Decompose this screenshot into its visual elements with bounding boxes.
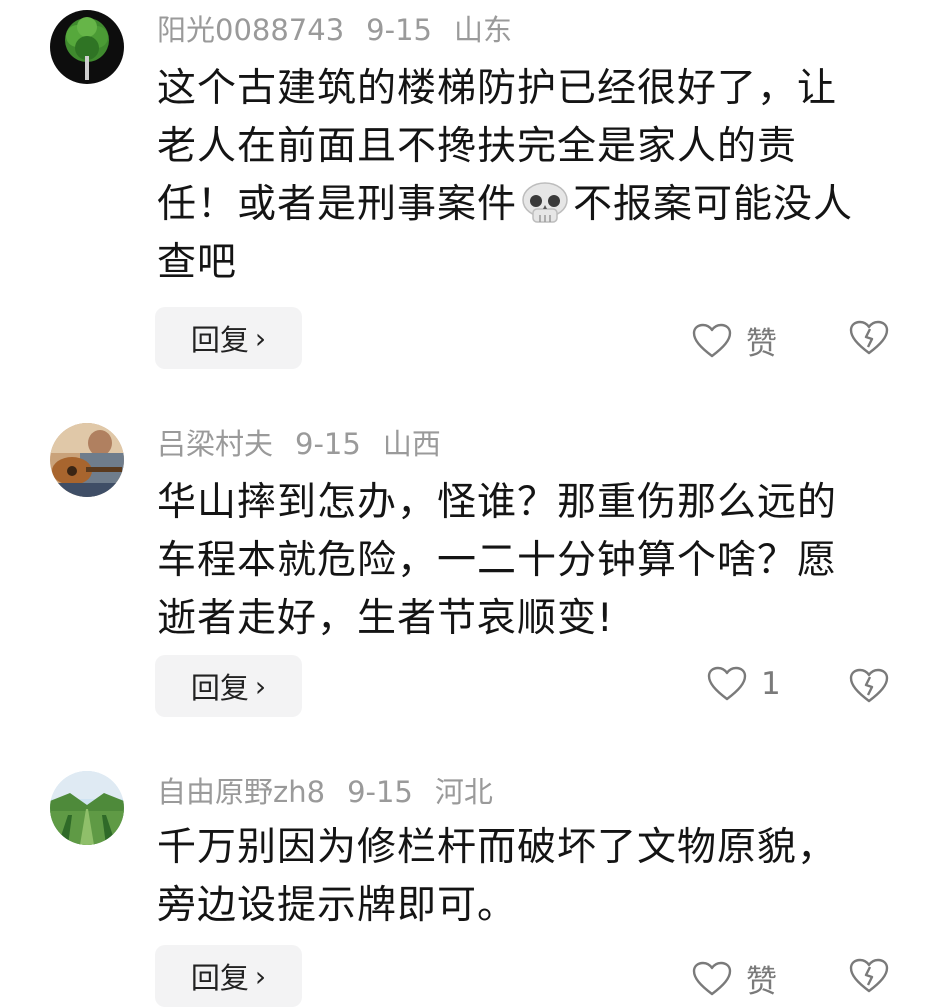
username[interactable]: 阳光0088743	[157, 13, 344, 47]
reply-label: 回复	[190, 323, 249, 357]
reply-button[interactable]: 回复 ›	[155, 945, 302, 1007]
reply-label: 回复	[190, 671, 249, 705]
user-avatar[interactable]	[50, 423, 124, 497]
like-button[interactable]: 赞	[692, 956, 777, 1001]
comment-meta: 阳光0088743 9-15 山东	[157, 12, 534, 48]
comment-line: 任！或者是刑事案件 不报案可能没人	[157, 176, 917, 234]
like-button[interactable]: 1	[707, 666, 781, 702]
username[interactable]: 吕梁村夫	[157, 427, 273, 461]
like-label: 赞	[746, 326, 777, 362]
skull-emoji-icon	[522, 182, 568, 223]
guitar-avatar-icon	[50, 423, 124, 497]
broken-heart-icon	[849, 958, 889, 993]
like-count: 1	[761, 666, 781, 702]
comment-item: 阳光0088743 9-15 山东 这个古建筑的楼梯防护已经很好了，让 老人在前面且…	[0, 0, 946, 395]
chevron-right-icon: ›	[254, 959, 267, 993]
heart-icon	[692, 323, 732, 357]
like-button[interactable]: 赞	[692, 318, 777, 363]
comment-line: 华山摔到怎办，怪谁？那重伤那么远的	[157, 480, 838, 525]
chevron-right-icon: ›	[254, 669, 267, 703]
comment-line: 老人在前面且不搀扶完全是家人的责	[157, 124, 798, 169]
comment-date: 9-15	[347, 775, 413, 809]
comment-line: 千万别因为修栏杆而破坏了文物原貌，	[157, 825, 838, 870]
comment-line: 查吧	[157, 240, 238, 285]
username[interactable]: 自由原野zh8	[157, 775, 325, 809]
comment-date: 9-15	[295, 427, 361, 461]
comment-line: 旁边设提示牌即可。	[157, 883, 518, 928]
comment-line: 逝者走好，生者节哀顺变!	[157, 596, 614, 641]
comment-line-part: 任！或者是刑事案件	[157, 182, 518, 227]
dislike-button[interactable]	[849, 320, 889, 356]
comment-line: 这个古建筑的楼梯防护已经很好了，让	[157, 66, 838, 111]
heart-icon	[707, 666, 747, 701]
comment-location: 山西	[382, 427, 441, 461]
comment-meta: 自由原野zh8 9-15 河北	[157, 774, 515, 810]
comment-meta: 吕梁村夫 9-15 山西	[157, 426, 463, 462]
landscape-avatar-icon	[50, 771, 124, 845]
comment-item: 自由原野zh8 9-15 河北 千万别因为修栏杆而破坏了文物原貌， 旁边设提示牌即可…	[0, 755, 946, 1007]
broken-heart-icon	[849, 668, 889, 703]
comment-item: 吕梁村夫 9-15 山西 华山摔到怎办，怪谁？那重伤那么远的 车程本就危险，一二十分…	[0, 395, 946, 755]
tree-avatar-icon	[50, 10, 124, 84]
dislike-button[interactable]	[849, 668, 889, 704]
broken-heart-icon	[849, 320, 889, 355]
comment-date: 9-15	[366, 13, 432, 47]
like-label: 赞	[746, 964, 777, 1000]
comment-text: 千万别因为修栏杆而破坏了文物原貌， 旁边设提示牌即可。	[157, 819, 917, 935]
reply-button[interactable]: 回复 ›	[155, 307, 302, 369]
dislike-button[interactable]	[849, 958, 889, 994]
comment-line-part: 不报案可能没人	[573, 182, 854, 227]
comment-line: 车程本就危险，一二十分钟算个啥？愿	[157, 538, 838, 583]
comment-text: 这个古建筑的楼梯防护已经很好了，让 老人在前面且不搀扶完全是家人的责 任！或者是…	[157, 60, 917, 292]
user-avatar[interactable]	[50, 10, 124, 84]
reply-label: 回复	[190, 961, 249, 995]
chevron-right-icon: ›	[254, 321, 267, 355]
comment-text: 华山摔到怎办，怪谁？那重伤那么远的 车程本就危险，一二十分钟算个啥？愿 逝者走好…	[157, 474, 917, 648]
comment-location: 山东	[453, 13, 512, 47]
heart-icon	[692, 961, 732, 995]
comment-location: 河北	[434, 775, 493, 809]
reply-button[interactable]: 回复 ›	[155, 655, 302, 717]
user-avatar[interactable]	[50, 771, 124, 845]
